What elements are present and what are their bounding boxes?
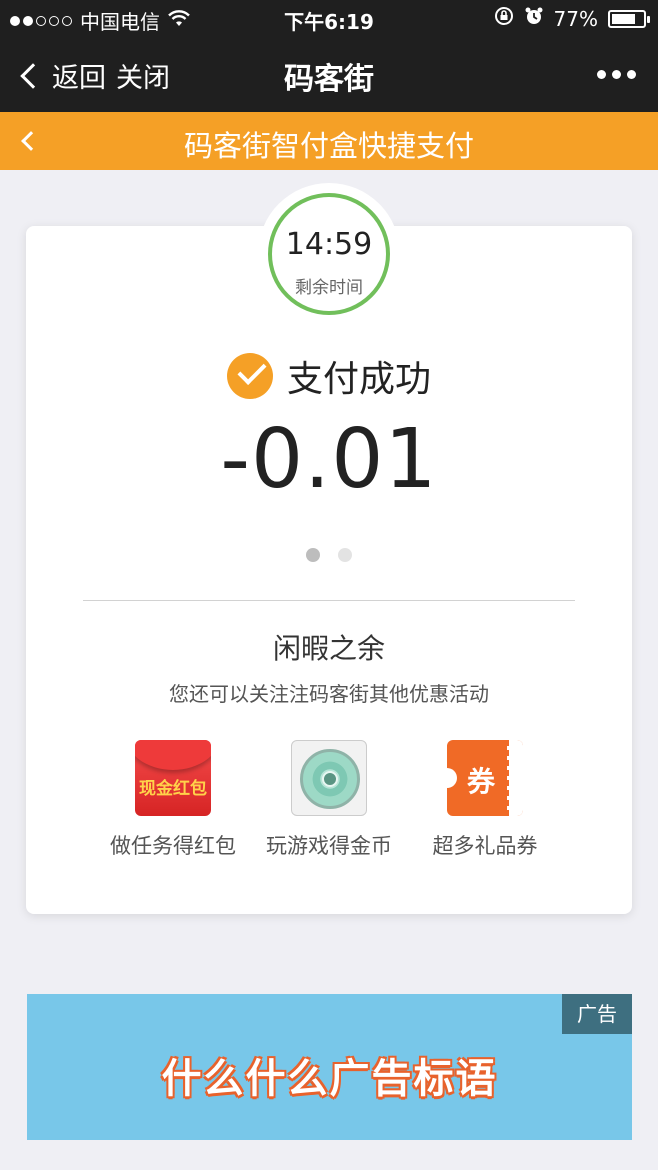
battery-icon	[608, 9, 650, 28]
payment-amount: -0.01	[220, 412, 438, 507]
activity-label: 做任务得红包	[110, 834, 236, 858]
carousel-indicator	[0, 548, 658, 562]
battery-percent: 77%	[553, 6, 598, 31]
activity-label: 超多礼品券	[432, 834, 538, 858]
section-subtitle: 您还可以关注注码客街其他优惠活动	[169, 682, 489, 706]
divider	[83, 600, 575, 601]
rotation-lock-icon	[494, 6, 514, 31]
ad-slogan: 什么什么广告标语	[161, 1056, 498, 1102]
carousel-dot[interactable]	[306, 548, 320, 562]
red-packet-icon: 现金红包	[135, 740, 211, 816]
ad-banner[interactable]: 广告 什么什么广告标语	[27, 994, 632, 1140]
carousel-dot[interactable]	[338, 548, 352, 562]
ad-tag: 广告	[562, 994, 632, 1034]
activity-label: 玩游戏得金币	[266, 834, 392, 858]
activity-red-packet[interactable]: 现金红包 做任务得红包	[98, 740, 248, 860]
payment-status-text: 支付成功	[286, 359, 431, 400]
status-right: 77%	[494, 6, 650, 31]
nav-bar: 返回 关闭 码客街	[0, 38, 658, 112]
game-disc-icon	[291, 740, 367, 816]
countdown-label: 剩余时间	[295, 278, 363, 298]
countdown-value: 14:59	[285, 227, 373, 262]
page-title: 码客街	[284, 62, 374, 97]
more-menu-icon[interactable]	[597, 70, 636, 79]
check-circle-icon	[226, 353, 273, 399]
alarm-icon	[524, 6, 544, 31]
payment-header-title: 码客街智付盒快捷支付	[183, 129, 474, 163]
payment-header: 码客街智付盒快捷支付	[0, 112, 658, 170]
activity-coupon[interactable]: 券 超多礼品券	[410, 740, 560, 860]
coupon-icon: 券	[447, 740, 523, 816]
section-title: 闲暇之余	[272, 632, 385, 665]
activity-game[interactable]: 玩游戏得金币	[254, 740, 404, 860]
status-bar: 中国电信 下午6:19 77%	[0, 0, 658, 38]
payment-status: 支付成功	[0, 350, 658, 402]
countdown-timer: 14:59 剩余时间	[268, 193, 390, 315]
battery-fill	[612, 13, 635, 24]
